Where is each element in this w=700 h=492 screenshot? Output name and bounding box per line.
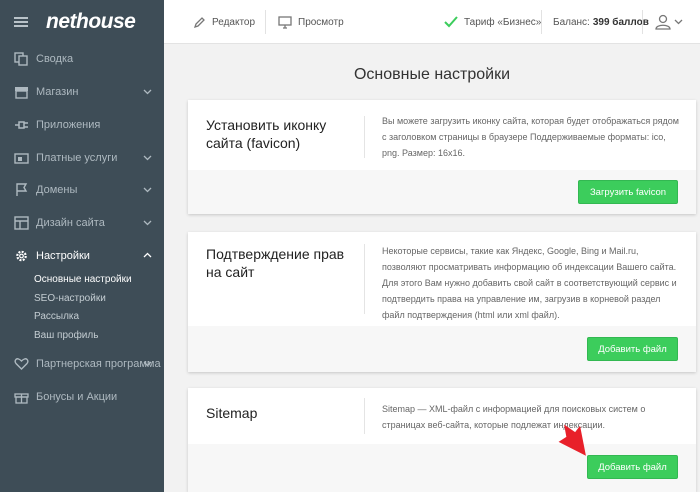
card-title: Установить иконку сайта (favicon): [206, 117, 327, 151]
card-description: Вы можете загрузить иконку сайта, котора…: [382, 116, 679, 158]
sidebar-item-bonuses[interactable]: Бонусы и Акции: [0, 381, 164, 413]
sidebar-item-label: Домены: [36, 184, 78, 196]
red-arrow-icon: [558, 424, 586, 456]
tariff-label: Тариф «Бизнес»: [464, 16, 542, 28]
divider: [364, 244, 365, 314]
add-sitemap-file-button[interactable]: Добавить файл: [587, 455, 678, 479]
checkmark-icon: [444, 16, 458, 28]
logo[interactable]: nethouse: [46, 10, 136, 34]
chevron-down-icon: [143, 89, 152, 95]
wallet-icon: [13, 151, 29, 165]
card-title: Подтверждение прав на сайт: [206, 246, 345, 280]
hamburger-menu-icon[interactable]: [14, 17, 28, 27]
layout-icon: [13, 216, 29, 230]
sidebar-item-label: Сводка: [36, 53, 74, 65]
flag-icon: [13, 183, 29, 197]
chevron-down-icon: [143, 361, 152, 367]
balance-label: Баланс:: [553, 16, 590, 28]
user-menu[interactable]: [655, 0, 691, 44]
copy-icon: [13, 52, 29, 66]
sidebar: nethouse Сводка Магазин Приложения Платн…: [0, 0, 164, 492]
balance: Баланс: 399 баллов: [553, 0, 649, 44]
chevron-down-icon: [143, 220, 152, 226]
sidebar-item-label: Настройки: [36, 250, 90, 262]
balance-value: 399 баллов: [592, 16, 649, 28]
sidebar-item-design[interactable]: Дизайн сайта: [0, 207, 164, 239]
sidebar-sub-mailing[interactable]: Рассылка: [34, 311, 79, 322]
divider: [642, 10, 643, 34]
sidebar-item-label: Бонусы и Акции: [36, 391, 118, 403]
card-description: Sitemap — XML-файл с информацией для пои…: [382, 404, 646, 430]
sidebar-item-label: Платные услуги: [36, 152, 118, 164]
divider: [364, 398, 365, 434]
store-icon: [13, 85, 29, 99]
card-footer: Добавить файл: [188, 326, 696, 372]
pencil-icon: [193, 16, 205, 28]
top-bar: Редактор Просмотр Тариф «Бизнес» Баланс:…: [164, 0, 700, 44]
monitor-icon: [278, 15, 292, 29]
gear-icon: [13, 249, 29, 263]
card-footer: Загрузить favicon: [188, 170, 696, 214]
card-title: Sitemap: [206, 405, 258, 421]
card-description: Некоторые сервисы, такие как Яндекс, Goo…: [382, 246, 677, 320]
sidebar-item-settings[interactable]: Настройки: [0, 240, 164, 272]
preview-button[interactable]: Просмотр: [278, 0, 344, 44]
chevron-up-icon: [143, 252, 152, 258]
editor-button[interactable]: Редактор: [193, 0, 255, 44]
sidebar-sub-profile[interactable]: Ваш профиль: [34, 330, 98, 341]
plug-icon: [13, 118, 29, 132]
tariff-link[interactable]: Тариф «Бизнес»: [444, 0, 541, 44]
preview-label: Просмотр: [298, 16, 344, 28]
sidebar-item-apps[interactable]: Приложения: [0, 109, 164, 141]
gift-icon: [13, 390, 29, 404]
divider: [265, 10, 266, 34]
sidebar-sub-seo[interactable]: SEO-настройки: [34, 293, 106, 304]
sidebar-header: nethouse: [0, 0, 164, 44]
page-title: Основные настройки: [353, 66, 511, 83]
sidebar-item-summary[interactable]: Сводка: [0, 43, 164, 75]
favicon-card: Установить иконку сайта (favicon) Вы мож…: [188, 100, 696, 214]
sidebar-item-label: Дизайн сайта: [36, 217, 105, 229]
sitemap-card: Sitemap Sitemap — XML-файл с информацией…: [188, 388, 696, 492]
site-verification-card: Подтверждение прав на сайт Некоторые сер…: [188, 232, 696, 372]
divider: [541, 10, 542, 34]
sidebar-item-label: Магазин: [36, 86, 79, 98]
sidebar-item-paid-services[interactable]: Платные услуги: [0, 142, 164, 174]
sidebar-item-partner[interactable]: Партнерская программа: [0, 348, 164, 380]
divider: [364, 116, 365, 158]
editor-label: Редактор: [212, 16, 256, 28]
card-footer: Добавить файл: [188, 444, 696, 492]
sidebar-item-store[interactable]: Магазин: [0, 76, 164, 108]
chevron-down-icon: [143, 155, 152, 161]
user-icon: [655, 14, 683, 30]
sidebar-item-label: Партнерская программа: [36, 358, 161, 370]
sidebar-item-label: Приложения: [36, 119, 101, 131]
upload-favicon-button[interactable]: Загрузить favicon: [578, 180, 678, 204]
sidebar-sub-main-settings[interactable]: Основные настройки: [34, 274, 132, 285]
heart-icon: [13, 357, 29, 371]
chevron-down-icon: [143, 187, 152, 193]
sidebar-item-domains[interactable]: Домены: [0, 174, 164, 206]
add-verification-file-button[interactable]: Добавить файл: [587, 337, 678, 361]
